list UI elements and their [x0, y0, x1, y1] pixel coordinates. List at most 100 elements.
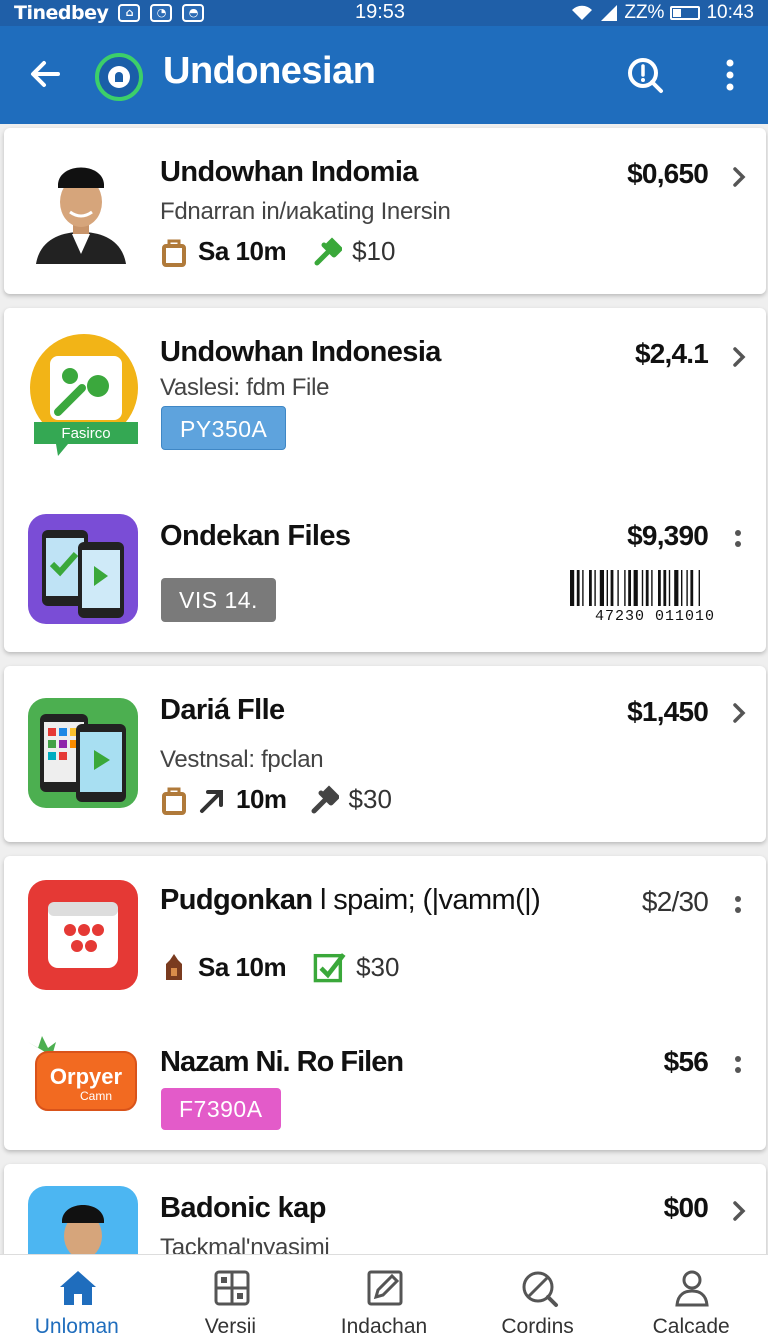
app-thumbnail	[28, 880, 138, 990]
item-subtitle: Tackmal'nyasimi	[160, 1234, 330, 1254]
list-item[interactable]: Ondekan Files VIS 14. $9,390 47230 01101…	[4, 494, 766, 644]
item-meta: Sa 10m $30	[160, 950, 399, 984]
barcode-bar	[686, 570, 688, 606]
more-vert-icon[interactable]	[712, 54, 748, 96]
signal-icon	[601, 5, 618, 21]
nav-item-home[interactable]: Unloman	[0, 1255, 154, 1344]
notification-icon: ⌂	[118, 4, 141, 22]
bag-icon	[162, 239, 186, 267]
nav-label: Indachan	[340, 1315, 428, 1338]
thumbnail-sublabel: Camn	[80, 1089, 112, 1103]
chevron-right-icon[interactable]	[730, 700, 748, 726]
app-thumbnail: Orpyer Camn	[26, 1034, 140, 1114]
version-tag[interactable]: F7390A	[161, 1088, 281, 1130]
version-tag[interactable]: VIS 14.	[161, 578, 276, 622]
barcode-number: 47230 011010	[595, 608, 715, 622]
page-title: Undonesian	[163, 50, 376, 92]
app-thumbnail: Fasirco	[28, 334, 138, 456]
app-logo	[95, 53, 143, 101]
item-name: Undowhan Indonesia	[160, 336, 441, 368]
barcode-bar	[570, 570, 575, 606]
list-item[interactable]: Badonic kap Tackmal'nyasimi $00	[4, 1164, 766, 1254]
list-item[interactable]: Fasirco Undowhan Indonesia Vaslesi: fdm …	[4, 308, 766, 478]
nav-item-cordins[interactable]: Cordins	[461, 1255, 615, 1344]
barcode-bar	[641, 570, 644, 606]
item-price: $00	[663, 1192, 709, 1223]
arrow-left-icon[interactable]	[24, 52, 68, 96]
home-icon	[60, 1271, 96, 1305]
list-item[interactable]: Pudgonkan l spaim; (|vamm(|) Sa 10m $30 …	[4, 856, 766, 1006]
tools-icon	[314, 236, 343, 265]
item-price: $0,650	[627, 158, 709, 189]
item-price: $2,4.1	[634, 338, 709, 369]
item-name: Ondekan Files	[160, 520, 351, 552]
barcode-bar	[645, 570, 649, 606]
list-card: Badonic kap Tackmal'nyasimi $00	[4, 1164, 766, 1254]
checkbox-icon	[313, 953, 346, 983]
trending-arrow-icon	[200, 789, 223, 813]
bottom-nav: Unloman Versii Indachan Cordins Calcade	[0, 1254, 768, 1344]
avatar	[28, 1186, 138, 1254]
barcode-bar	[610, 570, 614, 606]
block-search-icon	[522, 1271, 558, 1307]
notification-icon: ◓	[182, 4, 205, 22]
item-name: Pudgonkan l spaim; (|vamm(|)	[160, 884, 541, 917]
nav-item-indachan[interactable]: Indachan	[307, 1255, 461, 1344]
item-subtitle: Fdnarran in/иakating Inersin	[160, 198, 451, 225]
battery-percent: ZZ%	[624, 2, 665, 23]
barcode-bar	[628, 570, 631, 606]
item-name: Nazam Ni. Ro Filen	[160, 1046, 404, 1078]
more-vert-icon[interactable]	[734, 526, 742, 552]
meta-text: Sa 10m	[198, 951, 287, 982]
avatar	[26, 154, 136, 264]
item-subtitle: Vaslesi: fdm File	[160, 374, 330, 401]
barcode-bar	[681, 570, 683, 606]
more-vert-icon[interactable]	[734, 892, 742, 918]
lantern-icon	[166, 954, 182, 980]
bag-icon	[162, 787, 186, 815]
status-bar: Tinedbey ⌂ ◔ ◓ 19:53 ZZ% 10:43	[0, 0, 768, 26]
nav-label: Calcade	[652, 1315, 730, 1338]
item-price: $2/30	[641, 886, 709, 917]
chevron-right-icon[interactable]	[730, 344, 748, 370]
barcode-bar	[594, 570, 596, 606]
meta-price: $10	[352, 236, 396, 266]
nav-item-versii[interactable]: Versii	[154, 1255, 308, 1344]
list-card: Fasirco Undowhan Indonesia Vaslesi: fdm …	[4, 308, 766, 652]
item-price: $56	[663, 1046, 709, 1077]
grid-icon	[214, 1270, 250, 1306]
status-left: Tinedbey ⌂ ◔ ◓	[14, 0, 205, 26]
list-card: Pudgonkan l spaim; (|vamm(|) Sa 10m $30 …	[4, 856, 766, 1150]
list-item[interactable]: Dariá Flle Vestnsal: fpclan 10m $30 $1,4…	[4, 666, 766, 842]
nav-label: Cordins	[501, 1315, 574, 1338]
item-price: $1,450	[627, 696, 709, 727]
version-tag[interactable]: PY350A	[161, 406, 287, 450]
wifi-icon	[572, 5, 593, 20]
file-list: Undowhan Indomia Fdnarran in/иakating In…	[0, 124, 768, 1254]
thumbnail-label: Orpyer	[50, 1064, 123, 1089]
nav-item-calcade[interactable]: Calcade	[614, 1255, 768, 1344]
barcode-bar	[668, 570, 671, 606]
item-name: Dariá Flle	[160, 694, 285, 726]
more-vert-icon[interactable]	[734, 1052, 742, 1078]
status-right: ZZ% 10:43	[570, 0, 754, 26]
item-name: Undowhan Indomia	[160, 156, 418, 188]
list-card: Undowhan Indomia Fdnarran in/иakating In…	[4, 128, 766, 294]
status-clock: 10:43	[706, 2, 754, 23]
chevron-right-icon[interactable]	[730, 164, 748, 190]
list-item[interactable]: Undowhan Indomia Fdnarran in/иakating In…	[4, 128, 766, 294]
search-icon[interactable]	[624, 54, 666, 96]
barcode-bar	[599, 570, 604, 606]
edit-icon	[367, 1270, 403, 1306]
person-icon	[675, 1270, 710, 1307]
item-name-main: Pudgonkan	[160, 884, 313, 916]
item-meta: Sa 10m $10	[160, 236, 395, 267]
barcode-bar	[658, 570, 661, 606]
item-meta: 10m $30	[160, 784, 392, 815]
chevron-right-icon[interactable]	[730, 1198, 748, 1224]
barcode-bar	[576, 570, 580, 606]
barcode-bar	[624, 570, 626, 606]
list-item[interactable]: Orpyer Camn Nazam Ni. Ro Filen F7390A $5…	[4, 1016, 766, 1146]
meta-price: $30	[348, 784, 392, 814]
barcode: 47230 011010	[568, 570, 742, 625]
